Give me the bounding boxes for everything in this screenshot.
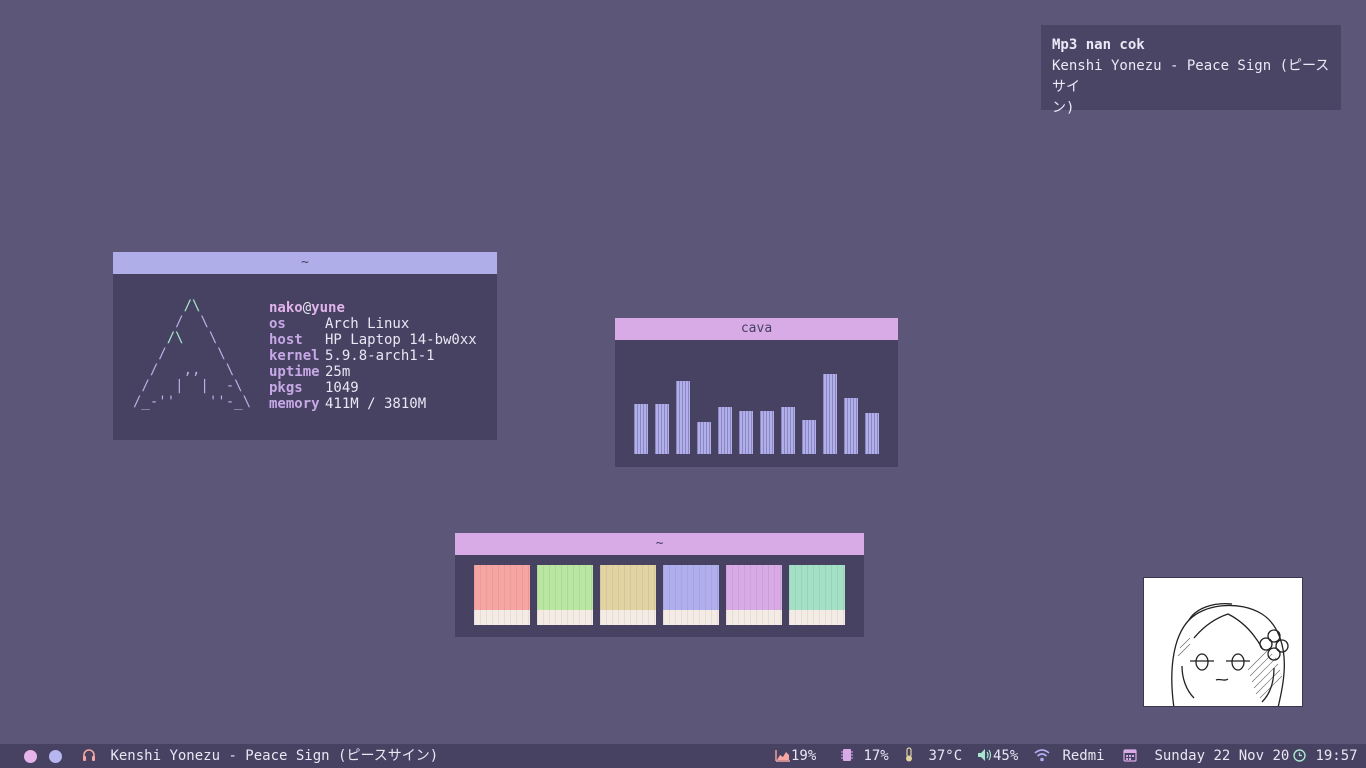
info-row-uptime: uptime 25m [269,364,477,380]
info-key: host [269,332,303,348]
clock-module[interactable]: 19:57 [1293,744,1358,768]
notification-body-line1: Kenshi Yonezu - Peace Sign (ピースサイ [1052,58,1330,95]
arch-logo-ascii: /\ / \ /\ \ / \ / ,, \ / | | -\ /_-'' ''… [133,298,252,410]
wifi-icon [1034,749,1050,762]
color-swatch [726,565,782,625]
info-value: 1049 [325,380,359,396]
anime-girl-avatar [1143,577,1303,707]
audio-visualizer [634,354,882,454]
notification-body-line2: ン) [1052,100,1075,116]
info-value: 25m [325,364,351,380]
hostname: yune [311,300,345,316]
headphones-icon [83,749,95,761]
info-key: pkgs [269,380,303,396]
avatar-drawing [1171,602,1289,706]
user-host-line: nako@yune [269,300,477,316]
music-notification[interactable]: Mp3 nan cok Kenshi Yonezu - Peace Sign (… [1041,25,1341,116]
cpu-module[interactable]: 19% [775,744,816,768]
now-playing-text: Kenshi Yonezu - Peace Sign (ピースサイン) [110,748,439,764]
volume-module[interactable]: 45% [977,744,1018,768]
memory-chip-icon [841,749,853,761]
visualizer-bar [802,420,816,454]
status-bar: Kenshi Yonezu - Peace Sign (ピースサイン) 19% … [0,744,1366,768]
info-key: uptime [269,364,320,380]
visualizer-bar [865,413,879,454]
visualizer-bar [739,411,753,454]
date-module[interactable]: Sunday 22 Nov 20 [1123,744,1289,768]
date-value: Sunday 22 Nov 20 [1154,748,1290,764]
window-title[interactable]: ~ [455,533,864,555]
visualizer-bar [634,404,648,454]
info-key: memory [269,396,320,412]
fetch-terminal-window[interactable]: ~ /\ / \ /\ \ / \ / ,, \ / | | -\ /_-'' … [113,252,497,440]
info-row-host: host HP Laptop 14-bw0xx [269,332,477,348]
color-swatch [663,565,719,625]
visualizer-bar [781,407,795,454]
color-swatch [600,565,656,625]
area-chart-icon [775,750,790,762]
memory-value: 17% [863,748,889,764]
speaker-icon [978,749,992,761]
at-sign: @ [302,300,312,316]
clock-icon [1293,749,1306,762]
wifi-ssid: Redmi [1062,748,1105,764]
visualizer-bar [823,374,837,454]
workspace-1-dot[interactable] [24,750,37,763]
visualizer-bar [697,422,711,454]
info-row-kernel: kernel 5.9.8-arch1-1 [269,348,477,364]
color-swatch [789,565,845,625]
cava-window[interactable]: cava [615,318,898,467]
clock-value: 19:57 [1315,748,1358,764]
info-value: 411M / 3810M [325,396,427,412]
info-value: 5.9.8-arch1-1 [325,348,435,364]
info-key: kernel [269,348,320,364]
visualizer-bar [760,411,774,454]
thermometer-icon [906,747,912,762]
color-swatch [537,565,593,625]
wifi-module[interactable]: Redmi [1034,744,1105,768]
cpu-value: 19% [791,748,817,764]
notification-summary: Mp3 nan cok [1052,37,1145,53]
visualizer-bar [676,381,690,454]
info-value: HP Laptop 14-bw0xx [325,332,477,348]
temperature-value: 37°C [928,748,963,764]
colorscheme-window[interactable]: ~ [455,533,864,637]
visualizer-bar [655,404,669,454]
username: nako [269,300,303,316]
info-row-memory: memory 411M / 3810M [269,396,477,412]
memory-module[interactable]: 17% [841,744,889,768]
temperature-module[interactable]: 37°C [904,744,962,768]
workspace-2-dot[interactable] [49,750,62,763]
info-key: os [269,316,286,332]
visualizer-bar [718,407,732,454]
calendar-icon [1123,749,1137,762]
volume-value: 45% [993,748,1019,764]
window-title[interactable]: cava [615,318,898,340]
color-swatch [474,565,530,625]
info-row-pkgs: pkgs 1049 [269,380,477,396]
now-playing[interactable]: Kenshi Yonezu - Peace Sign (ピースサイン) [82,744,438,768]
info-value: Arch Linux [325,316,410,332]
system-info: nako@yune os Arch Linux host HP Laptop 14-… [269,300,477,412]
window-title[interactable]: ~ [113,252,497,274]
visualizer-bar [844,398,858,454]
info-row-os: os Arch Linux [269,316,477,332]
